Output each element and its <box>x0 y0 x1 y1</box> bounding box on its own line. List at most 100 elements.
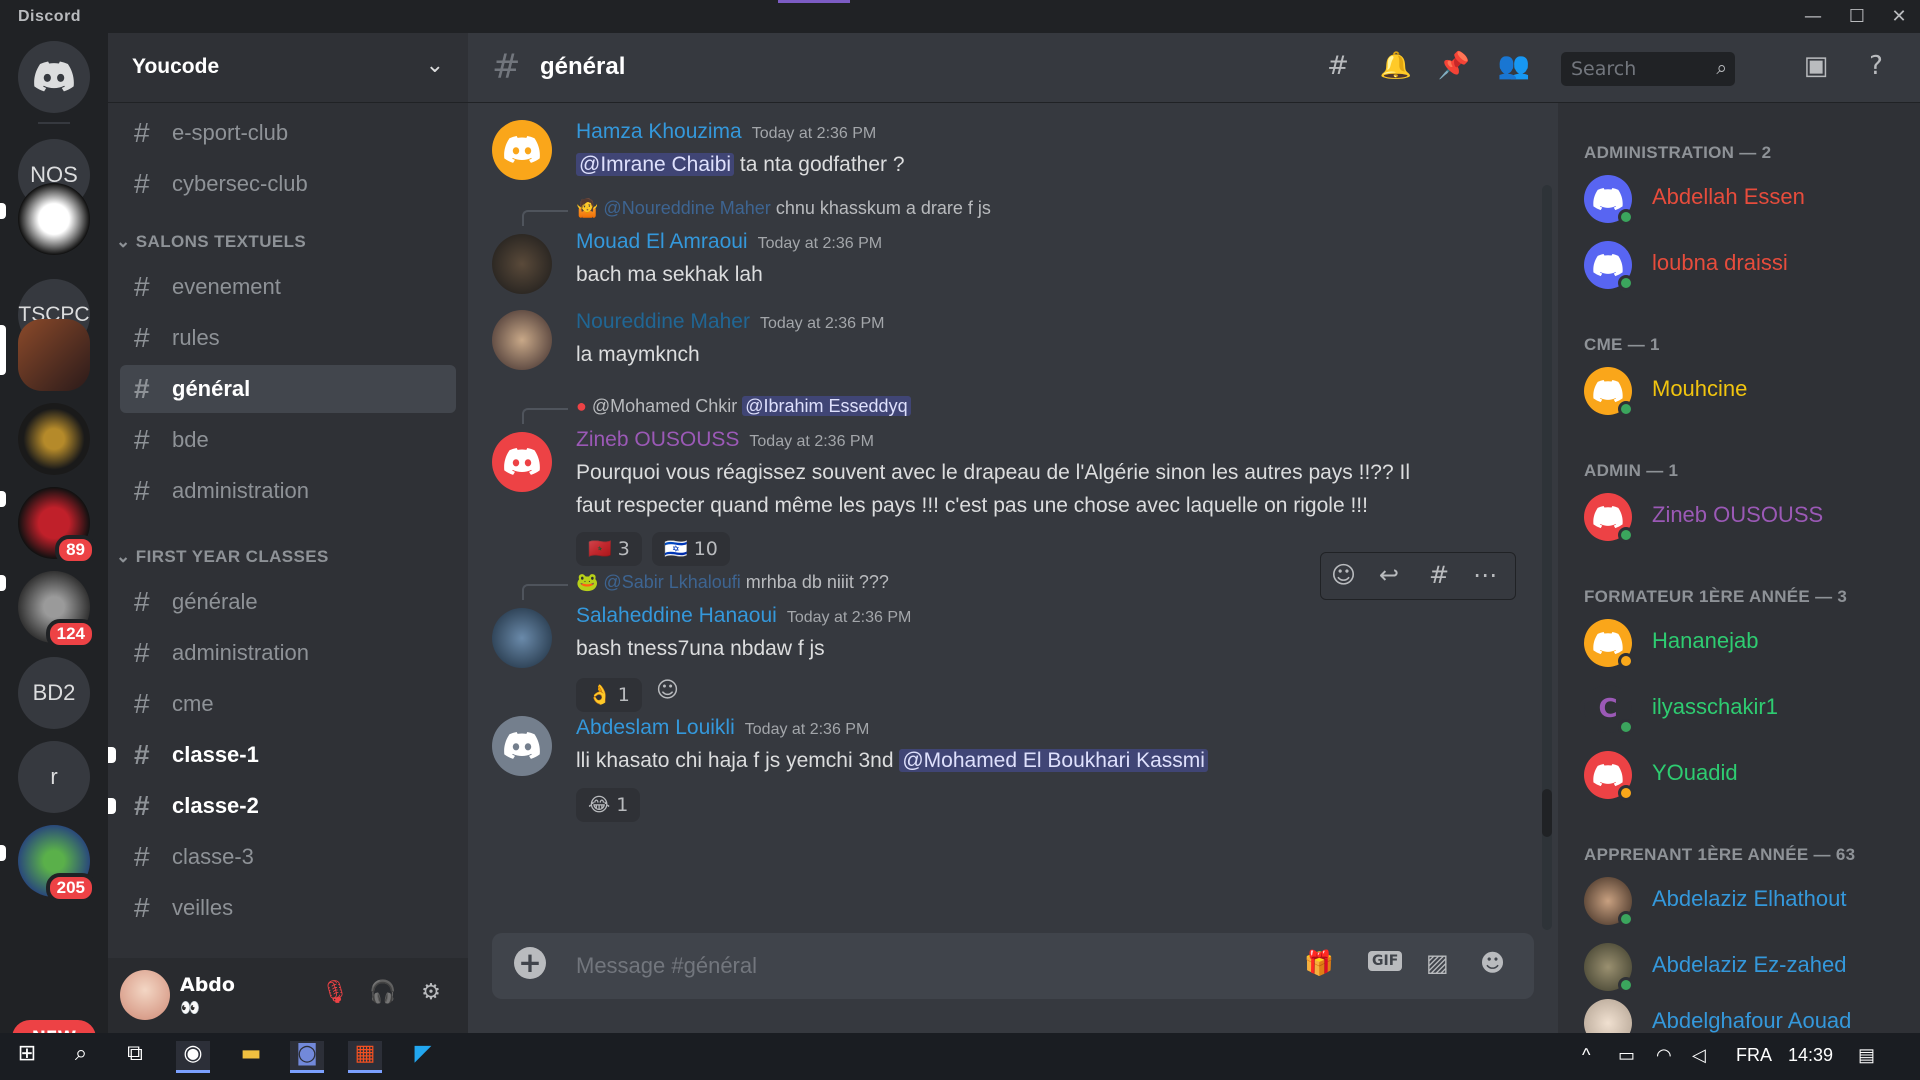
reply-preview[interactable]: 🤷 @Noureddine Maher chnu khasskum a drar… <box>576 198 991 219</box>
reaction[interactable]: 🇲🇦 3 <box>576 532 642 566</box>
guild-youcode[interactable] <box>18 319 90 391</box>
member-item[interactable]: Abdelghafour Aouad <box>1584 999 1904 1033</box>
user-mention[interactable]: @Imrane Chaibi <box>576 153 735 176</box>
avatar[interactable] <box>492 608 552 668</box>
channel-cybersec-club[interactable]: # cybersec-club <box>120 160 456 208</box>
search-input[interactable]: Search ⌕ <box>1561 52 1735 86</box>
discord-taskbar-icon[interactable]: ◙ <box>290 1041 324 1073</box>
reply-preview[interactable]: 🐸 @Sabir Lkhaloufi mrhba db niiit ??? <box>576 572 889 593</box>
channel-e-sport-club[interactable]: # e-sport-club <box>120 109 456 157</box>
channel-administration[interactable]: # administration <box>120 467 456 515</box>
reaction[interactable]: 😂 1 <box>576 788 641 822</box>
clock[interactable]: 14:39 <box>1788 1045 1833 1066</box>
tray-chevron-icon[interactable]: ^ <box>1582 1045 1590 1066</box>
category-first-year-classes[interactable]: ⌄ FIRST YEAR CLASSES <box>116 547 329 567</box>
channel-generale[interactable]: # générale <box>120 578 456 626</box>
member-item[interactable]: YOuadid <box>1584 751 1904 803</box>
reaction[interactable]: 👌 1 <box>576 678 642 712</box>
channel-general[interactable]: # général <box>120 365 456 413</box>
message-composer[interactable]: + Message #général 🎁 GIF ▨ ☻ <box>492 933 1534 999</box>
battery-icon[interactable]: ▭ <box>1618 1045 1635 1066</box>
avatar[interactable] <box>492 432 552 492</box>
store-icon[interactable]: ▦ <box>348 1041 382 1073</box>
guild-bd2[interactable]: BD2 <box>18 657 90 729</box>
help-icon[interactable]: ? <box>1858 51 1894 87</box>
channel-rules[interactable]: # rules <box>120 314 456 362</box>
windows-start-icon[interactable]: ⊞ <box>10 1041 44 1073</box>
search-icon[interactable]: ⌕ <box>64 1041 98 1073</box>
member-item[interactable]: Hananejab <box>1584 619 1904 671</box>
member-list-icon[interactable]: 👥 <box>1496 51 1532 87</box>
sticker-icon[interactable]: ▨ <box>1426 949 1449 977</box>
category-salons-textuels[interactable]: ⌄ SALONS TEXTUELS <box>116 232 306 252</box>
task-view-icon[interactable]: ⧉ <box>118 1041 152 1073</box>
vscode-icon[interactable]: ◤ <box>406 1041 440 1073</box>
message-author[interactable]: Noureddine Maher Today at 2:36 PM <box>576 310 884 334</box>
maximize-icon[interactable]: ☐ <box>1844 4 1870 30</box>
channel-bde[interactable]: # bde <box>120 416 456 464</box>
member-item[interactable]: Abdellah Essen <box>1584 175 1904 227</box>
scrollbar-thumb[interactable] <box>1542 789 1552 837</box>
message-author[interactable]: Zineb OUSOUSS Today at 2:36 PM <box>576 428 874 452</box>
add-reaction-icon[interactable]: ☺ <box>656 678 679 703</box>
channel-veilles[interactable]: # veilles <box>120 884 456 932</box>
member-item[interactable]: loubna draissi <box>1584 241 1904 293</box>
member-item[interactable]: C ilyasschakir1 <box>1584 685 1904 737</box>
minimize-icon[interactable]: — <box>1800 4 1826 30</box>
add-reaction-icon[interactable]: ☺ <box>1331 561 1356 589</box>
gear-icon[interactable]: ⚙ <box>416 980 446 1010</box>
guild-icon[interactable]: 205 <box>18 825 96 903</box>
wifi-icon[interactable]: ◠ <box>1656 1045 1672 1066</box>
channel-classe-1[interactable]: # classe-1 <box>108 731 456 779</box>
avatar[interactable] <box>120 970 170 1020</box>
member-item[interactable]: Abdelaziz Ez-zahed <box>1584 943 1904 995</box>
channel-classe-2[interactable]: # classe-2 <box>108 782 456 830</box>
pin-icon[interactable]: 📌 <box>1436 51 1472 87</box>
message-author[interactable]: Salaheddine Hanaoui Today at 2:36 PM <box>576 604 911 628</box>
reply-preview[interactable]: ● @Mohamed Chkir @Ibrahim Esseddyq <box>576 396 911 417</box>
reaction[interactable]: 🇮🇱 10 <box>652 532 730 566</box>
message-author[interactable]: Abdeslam Louikli Today at 2:36 PM <box>576 716 869 740</box>
member-item[interactable]: Mouhcine <box>1584 367 1904 419</box>
member-item[interactable]: Abdelaziz Elhathout <box>1584 877 1904 929</box>
upload-icon[interactable]: + <box>514 947 546 979</box>
more-icon[interactable]: ⋯ <box>1473 561 1497 589</box>
avatar[interactable] <box>492 120 552 180</box>
avatar[interactable] <box>492 716 552 776</box>
emoji-icon[interactable]: ☻ <box>1480 949 1505 977</box>
reply-icon[interactable]: ↩ <box>1379 561 1399 589</box>
message-input[interactable]: Message #général <box>576 953 757 979</box>
inbox-icon[interactable]: ▣ <box>1798 51 1834 87</box>
file-explorer-icon[interactable]: ▬ <box>234 1041 268 1073</box>
channel-evenement[interactable]: # evenement <box>120 263 456 311</box>
guild-icon[interactable]: 89 <box>18 487 96 565</box>
mute-icon[interactable]: 🎙 <box>320 980 350 1010</box>
guild-icon[interactable] <box>18 403 90 475</box>
headphones-icon[interactable]: 🎧 <box>368 980 398 1010</box>
home-button[interactable] <box>18 41 90 113</box>
server-header[interactable]: Youcode ⌄ <box>108 33 468 103</box>
volume-icon[interactable]: ◁ <box>1692 1045 1706 1066</box>
user-mention[interactable]: @Mohamed El Boukhari Kassmi <box>899 749 1208 772</box>
avatar[interactable] <box>492 310 552 370</box>
create-thread-icon[interactable]: # <box>1429 561 1449 589</box>
notification-icon[interactable]: ▤ <box>1858 1045 1875 1066</box>
channel-administration-class[interactable]: # administration <box>120 629 456 677</box>
avatar[interactable] <box>492 234 552 294</box>
guild-r[interactable]: r <box>18 741 90 813</box>
scrollbar[interactable] <box>1542 185 1552 930</box>
gift-icon[interactable]: 🎁 <box>1304 949 1334 977</box>
channel-classe-3[interactable]: # classe-3 <box>120 833 456 881</box>
language-indicator[interactable]: FRA <box>1736 1045 1772 1066</box>
channel-cme[interactable]: # cme <box>120 680 456 728</box>
guild-icon[interactable]: 124 <box>18 571 96 649</box>
message-author[interactable]: Mouad El Amraoui Today at 2:36 PM <box>576 230 882 254</box>
member-item[interactable]: Zineb OUSOUSS <box>1584 493 1904 545</box>
threads-icon[interactable]: # <box>1320 51 1356 87</box>
close-icon[interactable]: ✕ <box>1886 4 1912 30</box>
guild-icon[interactable] <box>18 183 90 255</box>
message-author[interactable]: Hamza Khouzima Today at 2:36 PM <box>576 120 876 144</box>
bell-icon[interactable]: 🔔 <box>1378 51 1414 87</box>
gif-button[interactable]: GIF <box>1368 951 1403 971</box>
chrome-icon[interactable]: ◉ <box>176 1041 210 1073</box>
